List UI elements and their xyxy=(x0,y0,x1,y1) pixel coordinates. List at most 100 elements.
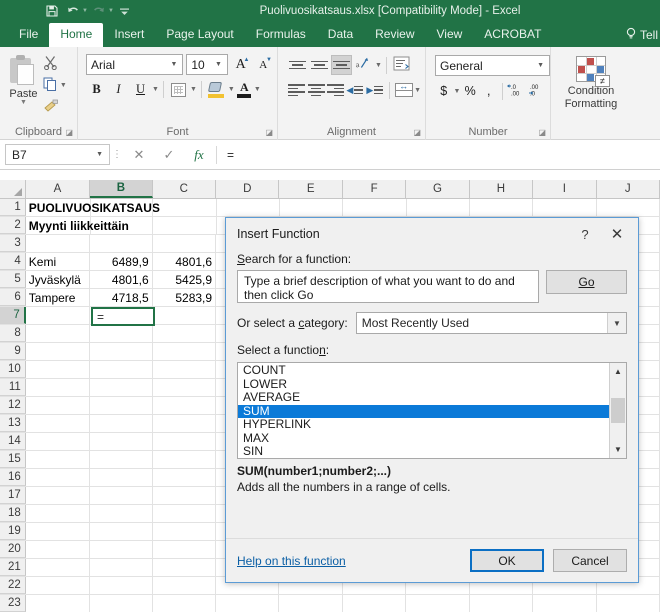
cell-A20[interactable] xyxy=(26,541,91,558)
cell-A2[interactable]: Myynti liikkeittäin xyxy=(26,217,129,234)
column-header-i[interactable]: I xyxy=(533,180,597,198)
cell-A7[interactable] xyxy=(26,307,91,324)
function-item-average[interactable]: AVERAGE xyxy=(238,390,609,405)
close-icon[interactable]: ✕ xyxy=(600,221,634,247)
cell-B23[interactable] xyxy=(90,595,153,612)
font-name-combo[interactable]: Arial ▼ xyxy=(86,54,184,75)
function-item-max[interactable]: MAX xyxy=(238,431,609,446)
row-header-18[interactable]: 18 xyxy=(0,505,26,522)
font-color-dropdown-icon[interactable]: ▼ xyxy=(254,86,261,93)
cell-A13[interactable] xyxy=(26,415,91,432)
cell-C10[interactable] xyxy=(153,361,217,378)
cell-A12[interactable] xyxy=(26,397,91,414)
row-header-22[interactable]: 22 xyxy=(0,577,26,594)
row-header-16[interactable]: 16 xyxy=(0,469,26,486)
function-item-lower[interactable]: LOWER xyxy=(238,377,609,392)
borders-button[interactable] xyxy=(168,79,189,100)
cell-A5[interactable]: Jyväskylä xyxy=(26,271,91,288)
formula-input[interactable]: = xyxy=(219,144,660,166)
cell-B19[interactable] xyxy=(90,523,153,540)
select-all-corner[interactable] xyxy=(0,180,26,198)
tab-home[interactable]: Home xyxy=(49,23,104,47)
cell-B18[interactable] xyxy=(90,505,153,522)
cell-A11[interactable] xyxy=(26,379,91,396)
align-bottom-button[interactable] xyxy=(331,55,352,75)
cell-A6[interactable]: Tampere xyxy=(26,289,91,306)
tab-insert[interactable]: Insert xyxy=(103,23,155,47)
cell-C4[interactable]: 4801,6 xyxy=(153,253,217,270)
font-name-dropdown-icon[interactable]: ▼ xyxy=(167,61,180,68)
cell-B14[interactable] xyxy=(90,433,153,450)
cell-H23[interactable] xyxy=(470,595,534,612)
function-list[interactable]: COUNT LOWER AVERAGE SUM HYPERLINK MAX SI… xyxy=(237,362,627,459)
underline-dropdown-icon[interactable]: ▼ xyxy=(152,86,159,93)
row-header-17[interactable]: 17 xyxy=(0,487,26,504)
cell-A4[interactable]: Kemi xyxy=(26,253,91,270)
cell-C14[interactable] xyxy=(153,433,217,450)
row-header-9[interactable]: 9 xyxy=(0,343,26,360)
active-cell-b7[interactable]: = xyxy=(91,307,155,326)
row-header-19[interactable]: 19 xyxy=(0,523,26,540)
cell-G1[interactable] xyxy=(407,199,470,216)
align-top-button[interactable] xyxy=(287,55,308,75)
accounting-format-button[interactable]: $ xyxy=(435,81,453,101)
function-item-sum[interactable]: SUM xyxy=(238,404,609,418)
ok-button[interactable]: OK xyxy=(470,549,544,572)
undo-icon[interactable] xyxy=(63,2,83,20)
cell-E1[interactable] xyxy=(280,199,344,216)
conditional-formatting-button[interactable]: ≠ Condition Formatting xyxy=(555,51,627,111)
cancel-formula-button[interactable]: ✕ xyxy=(124,144,154,166)
cell-A17[interactable] xyxy=(26,487,91,504)
column-header-j[interactable]: J xyxy=(597,180,660,198)
scrollbar-track[interactable] xyxy=(610,380,626,441)
copy-button[interactable]: ▼ xyxy=(43,76,73,95)
row-header-3[interactable]: 3 xyxy=(0,235,26,252)
cell-A8[interactable] xyxy=(26,325,91,342)
cell-C19[interactable] xyxy=(153,523,217,540)
cell-A16[interactable] xyxy=(26,469,91,486)
decrease-decimal-button[interactable]: .00.0 xyxy=(527,81,546,101)
font-size-dropdown-icon[interactable]: ▼ xyxy=(212,61,225,68)
cell-B17[interactable] xyxy=(90,487,153,504)
cell-B13[interactable] xyxy=(90,415,153,432)
number-dialog-launcher-icon[interactable]: ◪ xyxy=(538,128,546,137)
cell-C18[interactable] xyxy=(153,505,217,522)
cell-A9[interactable] xyxy=(26,343,91,360)
cell-B21[interactable] xyxy=(90,559,153,576)
cell-G23[interactable] xyxy=(406,595,470,612)
cell-C20[interactable] xyxy=(153,541,217,558)
cell-B15[interactable] xyxy=(90,451,153,468)
orientation-button[interactable]: a xyxy=(353,55,374,75)
column-header-g[interactable]: G xyxy=(406,180,470,198)
cell-A18[interactable] xyxy=(26,505,91,522)
underline-button[interactable]: U xyxy=(130,79,151,100)
save-icon[interactable] xyxy=(42,2,62,20)
column-header-f[interactable]: F xyxy=(343,180,407,198)
italic-button[interactable]: I xyxy=(108,79,129,100)
bold-button[interactable]: B xyxy=(86,79,107,100)
cell-I23[interactable] xyxy=(533,595,597,612)
font-dialog-launcher-icon[interactable]: ◪ xyxy=(265,128,273,137)
cell-B5[interactable]: 4801,6 xyxy=(90,271,153,288)
cell-A19[interactable] xyxy=(26,523,91,540)
merge-and-center-button[interactable] xyxy=(394,80,413,100)
enter-formula-button[interactable]: ✓ xyxy=(154,144,184,166)
alignment-dialog-launcher-icon[interactable]: ◪ xyxy=(413,128,421,137)
name-box-dropdown-icon[interactable]: ▼ xyxy=(96,151,107,158)
cell-B6[interactable]: 4718,5 xyxy=(90,289,153,306)
redo-dropdown-icon[interactable]: ▼ xyxy=(108,8,114,14)
tell-me-box[interactable]: Tell xyxy=(626,27,658,43)
cell-C17[interactable] xyxy=(153,487,217,504)
wrap-text-button[interactable] xyxy=(391,55,412,75)
cell-F1[interactable] xyxy=(343,199,407,216)
tab-acrobat[interactable]: ACROBAT xyxy=(473,23,552,47)
row-header-14[interactable]: 14 xyxy=(0,433,26,450)
row-header-2[interactable]: 2 xyxy=(0,217,26,234)
cell-C6[interactable]: 5283,9 xyxy=(153,289,217,306)
cell-B8[interactable] xyxy=(90,325,153,342)
row-header-8[interactable]: 8 xyxy=(0,325,26,342)
align-left-button[interactable] xyxy=(287,80,306,100)
number-format-dropdown-icon[interactable]: ▼ xyxy=(534,62,547,69)
cell-B9[interactable] xyxy=(90,343,153,360)
cell-F23[interactable] xyxy=(343,595,407,612)
